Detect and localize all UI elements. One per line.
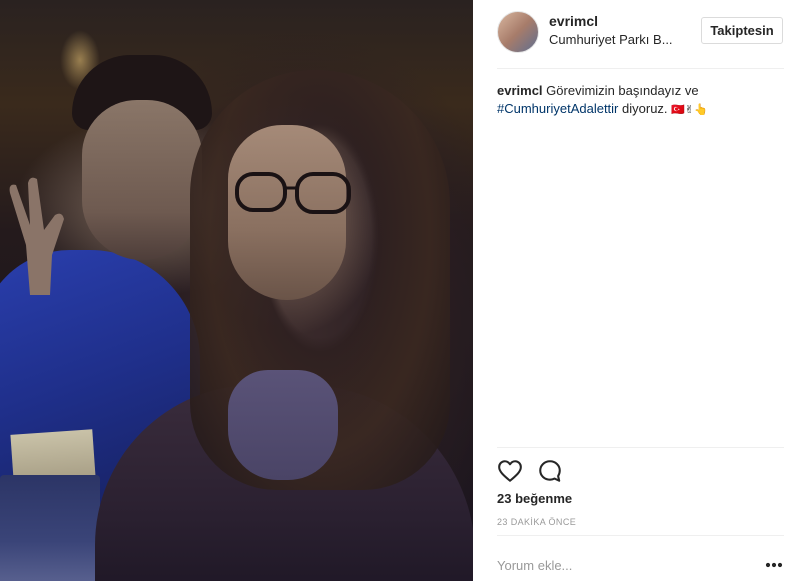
more-options-icon[interactable] <box>765 562 783 568</box>
likes-count[interactable]: 23 beğenme <box>497 491 572 506</box>
post-username[interactable]: evrimcl <box>549 13 598 29</box>
avatar[interactable] <box>497 11 539 53</box>
comment-input[interactable] <box>497 555 737 575</box>
heart-icon[interactable] <box>497 458 523 484</box>
actions-divider <box>497 447 784 448</box>
caption-username[interactable]: evrimcl <box>497 83 543 98</box>
caption-emoji: 🇹🇷✌👆 <box>671 104 708 116</box>
caption-hashtag-link[interactable]: #CumhuriyetAdalettir <box>497 101 618 116</box>
following-button[interactable]: Takiptesin <box>701 17 783 44</box>
caption-text: Görevimizin başındayız ve <box>546 83 699 98</box>
post-details-panel: evrimcl Cumhuriyet Parkı B... Takiptesin… <box>473 0 796 581</box>
comment-bubble-icon[interactable] <box>537 458 563 484</box>
post-photo[interactable] <box>0 0 473 581</box>
post-header: evrimcl Cumhuriyet Parkı B... Takiptesin <box>473 0 796 68</box>
comment-divider <box>497 535 784 536</box>
caption-text-end: diyoruz. <box>622 101 668 116</box>
post-location[interactable]: Cumhuriyet Parkı B... <box>549 32 673 47</box>
header-divider <box>497 68 784 69</box>
post-timestamp[interactable]: 23 DAKİKA ÖNCE <box>497 517 576 527</box>
post-caption: evrimcl Görevimizin başındayız ve #Cumhu… <box>497 82 777 119</box>
